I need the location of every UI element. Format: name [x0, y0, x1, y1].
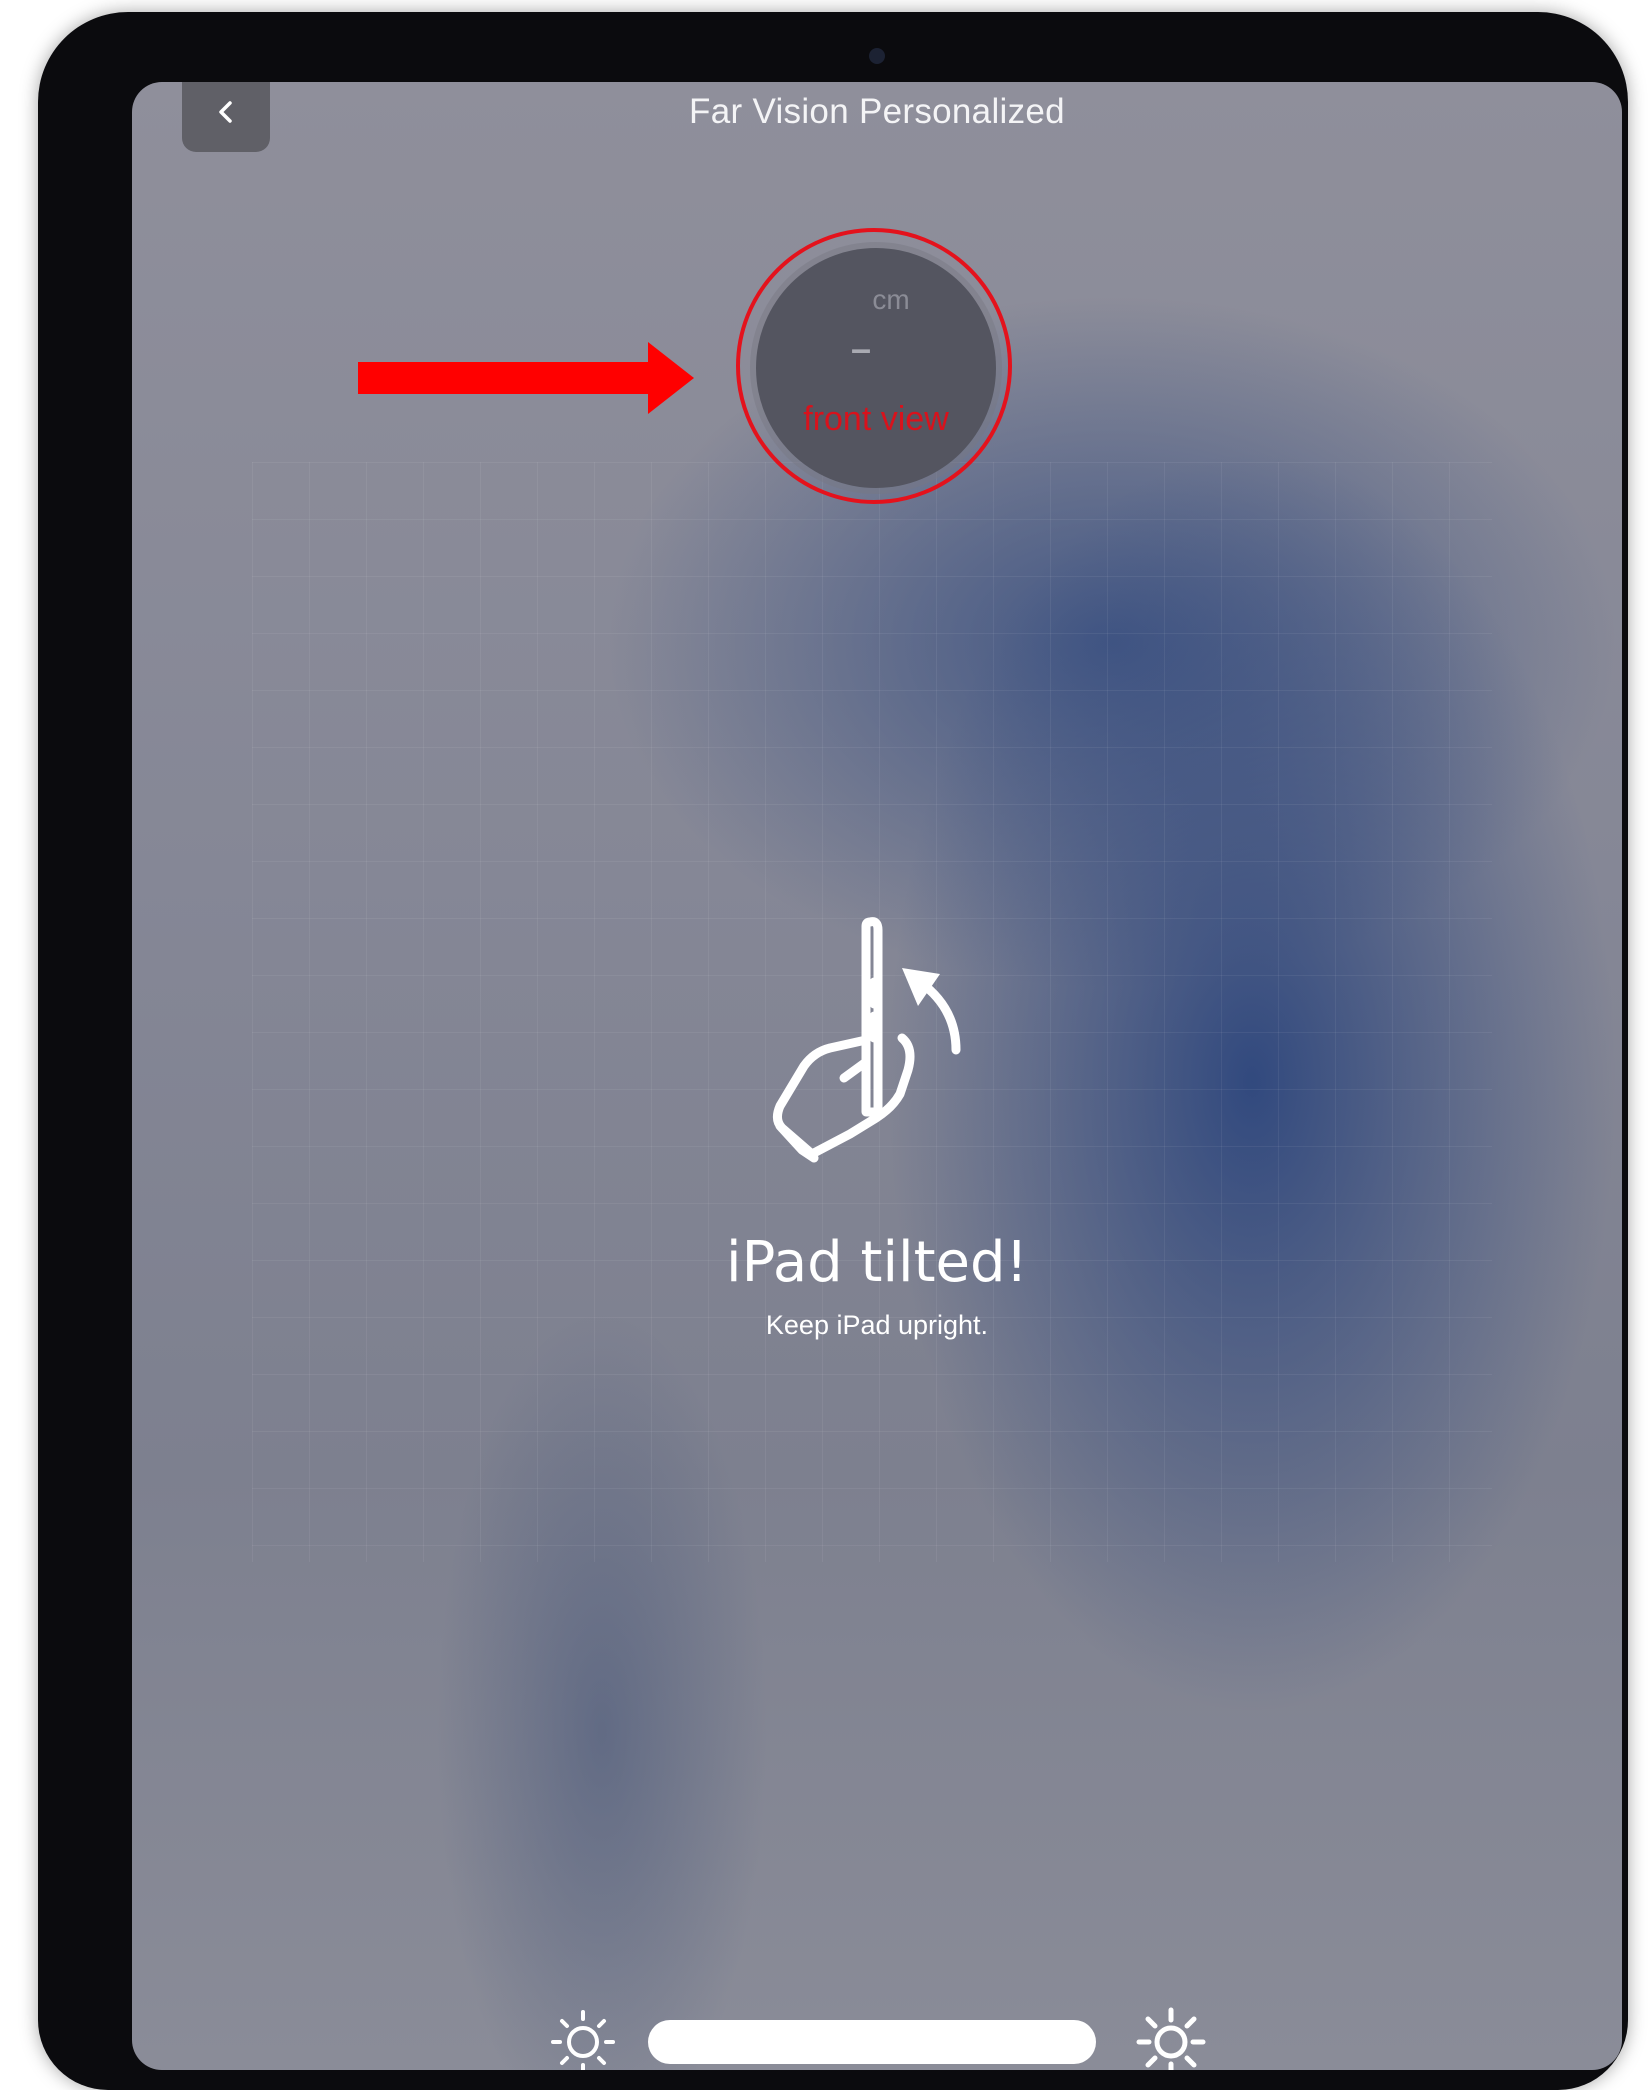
gauge-label: front view [803, 400, 949, 438]
hand-holding-ipad-tilt-icon [772, 917, 961, 1163]
page-title: Far Vision Personalized [689, 92, 1065, 131]
app-screen: Far Vision Personalized cm – front view [132, 82, 1622, 2070]
brightness-slider[interactable] [648, 2020, 1096, 2064]
front-camera [869, 48, 885, 64]
distance-gauge: cm – front view [756, 248, 996, 488]
gauge-unit: cm [872, 284, 910, 315]
tilt-warning-title: iPad tilted! [726, 1230, 1028, 1295]
brightness-high-icon [1136, 2007, 1206, 2070]
gauge-value: – [850, 328, 872, 369]
red-arrow-right-icon [358, 342, 694, 414]
ipad-frame: Far Vision Personalized cm – front view [38, 12, 1628, 2090]
brightness-low-icon [551, 2010, 615, 2070]
tilt-warning-subtitle: Keep iPad upright. [765, 1310, 989, 1340]
